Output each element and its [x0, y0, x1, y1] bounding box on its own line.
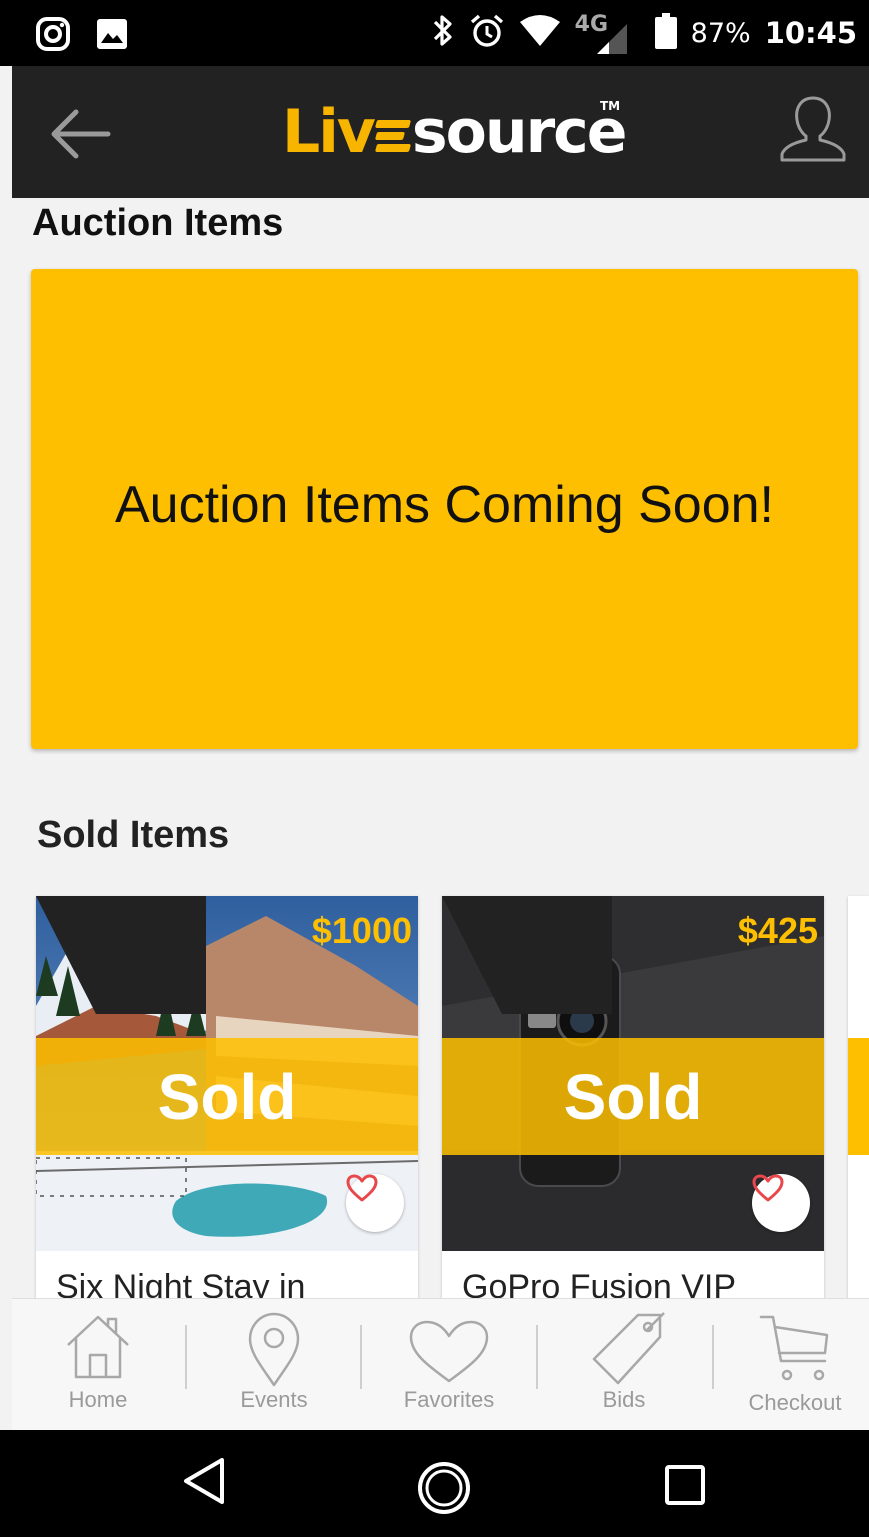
- nav-favorites-label: Favorites: [403, 1387, 495, 1412]
- map-pin-icon: [248, 1312, 300, 1387]
- nav-events[interactable]: Events: [194, 1299, 354, 1431]
- favorite-button[interactable]: [752, 1174, 810, 1232]
- profile-icon: [780, 96, 846, 162]
- home-icon: [67, 1315, 129, 1379]
- gallery-icon: [96, 18, 128, 55]
- sold-label: Sold: [157, 1060, 297, 1133]
- bottom-navigation: Home Events Favorites Bids Checkout: [12, 1298, 869, 1431]
- triangle-back-icon: [184, 1458, 224, 1504]
- system-recents-button[interactable]: [664, 1464, 706, 1511]
- nav-checkout[interactable]: Checkout: [715, 1299, 869, 1431]
- battery-icon: [654, 12, 677, 54]
- sold-banner: Sold: [36, 1038, 418, 1155]
- system-navigation-bar: [0, 1430, 869, 1537]
- nav-divider: [712, 1325, 714, 1389]
- nav-bids-label: Bids: [602, 1387, 646, 1412]
- square-recents-icon: [665, 1465, 705, 1505]
- coming-soon-text: Auction Items Coming Soon!: [115, 476, 774, 534]
- auction-items-heading: Auction Items: [32, 202, 284, 244]
- sold-banner: Sold: [442, 1038, 824, 1155]
- item-image-gopro: $425 Sold: [442, 896, 824, 1251]
- signal-icon: [596, 24, 627, 54]
- item-price: $1000: [311, 910, 412, 951]
- sold-item-card[interactable]: $425 Sold GoPro Fusion VIP: [442, 896, 824, 1316]
- heart-icon: [752, 1174, 784, 1202]
- nav-home-label: Home: [68, 1387, 128, 1412]
- nav-divider: [185, 1325, 187, 1389]
- sold-item-card[interactable]: $1000 Sold Six Night Stay in: [36, 896, 418, 1316]
- instagram-icon: [36, 17, 70, 56]
- status-bar: 4G 87% 10:45: [0, 0, 869, 66]
- heart-icon: [409, 1320, 489, 1383]
- circle-home-icon: [418, 1462, 470, 1514]
- favorite-button[interactable]: [346, 1174, 404, 1232]
- logo-e-stripes: [374, 112, 411, 156]
- wifi-icon: [519, 14, 561, 53]
- nav-divider: [536, 1325, 538, 1389]
- nav-events-label: Events: [240, 1387, 308, 1412]
- item-image-resort: $1000 Sold: [36, 896, 418, 1251]
- network-type: 4G: [575, 12, 631, 54]
- back-button[interactable]: [48, 106, 112, 162]
- sold-label: Sold: [563, 1060, 703, 1133]
- nav-home[interactable]: Home: [18, 1299, 178, 1431]
- coming-soon-banner: Auction Items Coming Soon!: [31, 269, 858, 749]
- alarm-icon: [469, 13, 505, 54]
- sold-item-card-partial[interactable]: [848, 896, 869, 1316]
- trademark-mark: TM: [600, 99, 621, 113]
- profile-button[interactable]: [779, 94, 847, 164]
- status-time: 10:45: [764, 16, 857, 50]
- nav-favorites[interactable]: Favorites: [369, 1299, 529, 1431]
- sold-items-heading: Sold Items: [37, 814, 230, 856]
- heart-icon: [346, 1174, 378, 1202]
- bluetooth-icon: [431, 13, 455, 54]
- tag-icon: [592, 1312, 665, 1385]
- back-arrow-icon: [51, 109, 111, 159]
- app-screen: 4G 87% 10:45 Liv source TM Auction Items…: [0, 0, 869, 1537]
- system-home-button[interactable]: [416, 1460, 472, 1521]
- item-price: $425: [737, 910, 818, 951]
- system-back-button[interactable]: [182, 1456, 226, 1511]
- nav-divider: [360, 1325, 362, 1389]
- nav-checkout-label: Checkout: [748, 1390, 842, 1415]
- nav-bids[interactable]: Bids: [544, 1299, 704, 1431]
- cart-icon: [759, 1315, 829, 1381]
- battery-percent: 87%: [690, 17, 751, 49]
- app-header: Liv source TM: [12, 66, 869, 198]
- livesource-logo: Liv source TM: [282, 97, 627, 167]
